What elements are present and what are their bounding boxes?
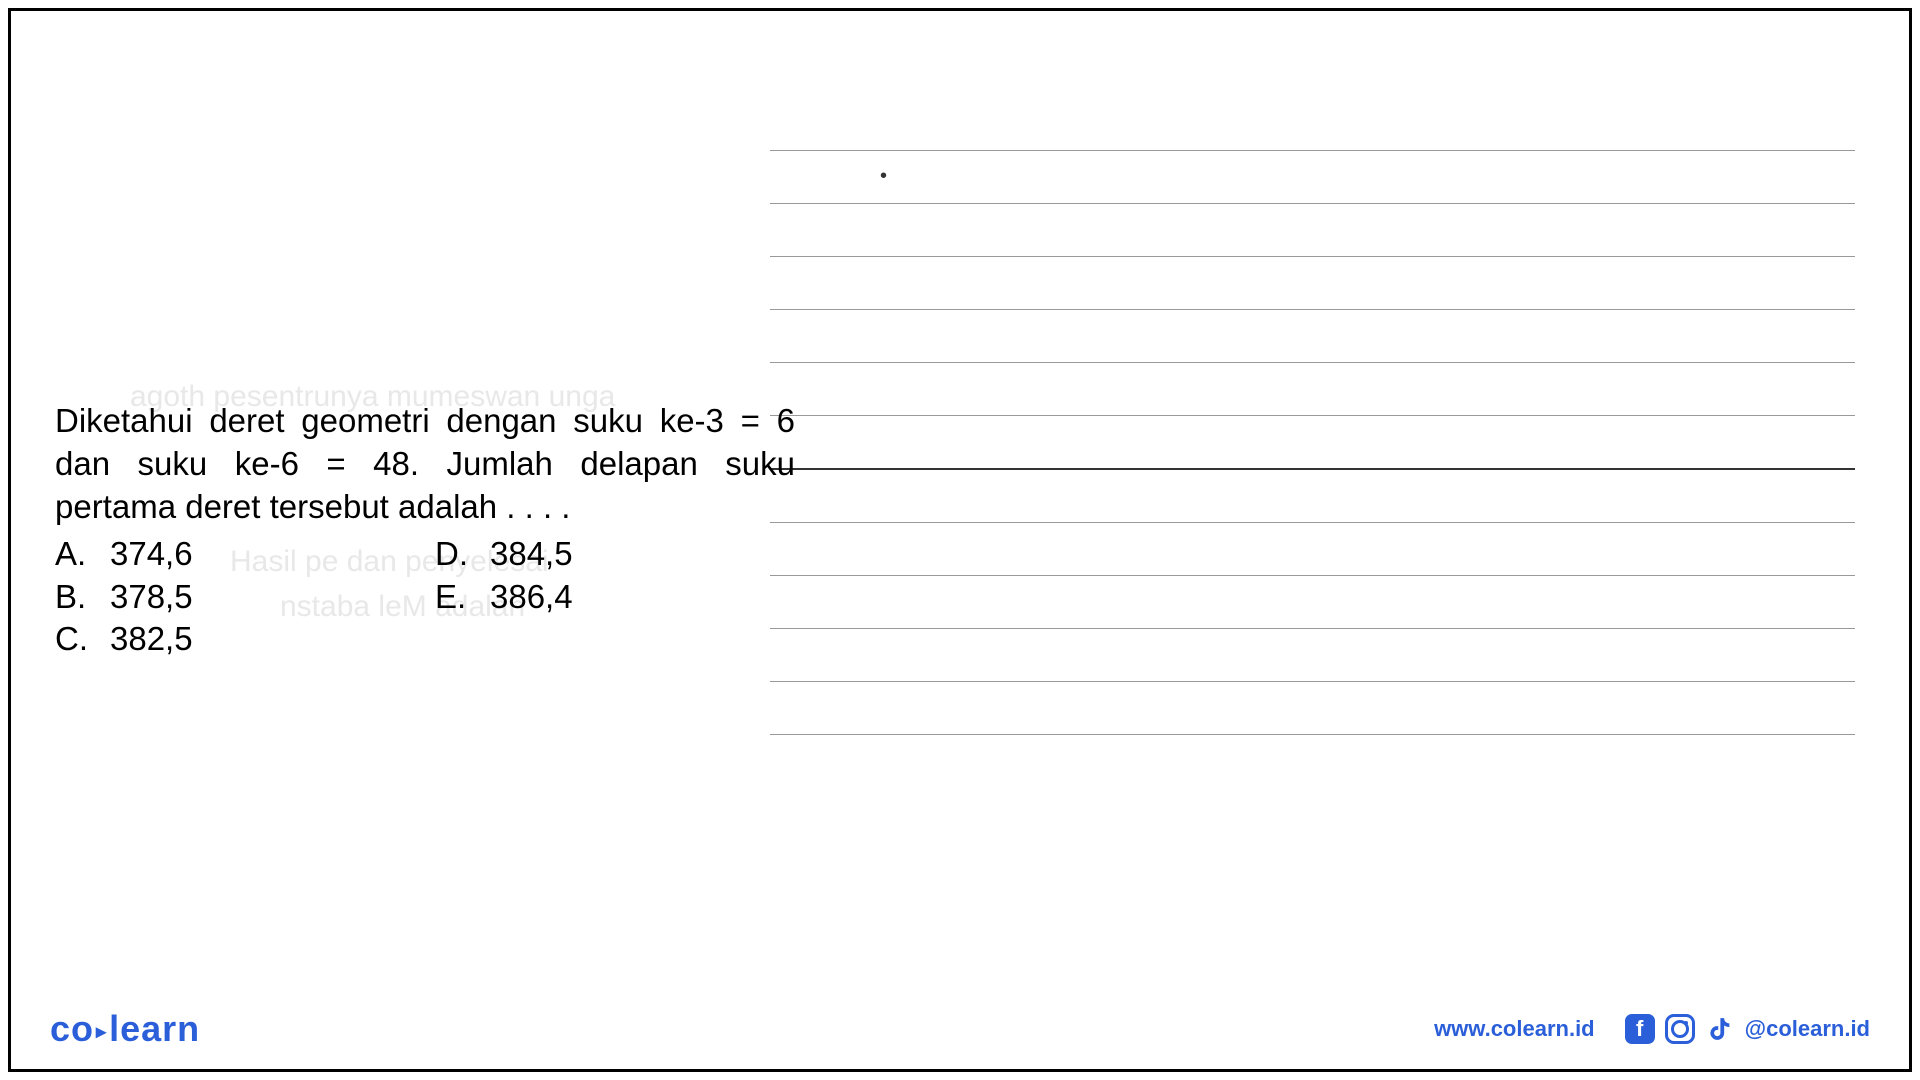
option-value-a: 374,6: [110, 533, 435, 576]
writing-line: [770, 734, 1855, 735]
option-letter-d: D.: [435, 533, 490, 576]
option-letter-c: C.: [55, 618, 110, 661]
writing-line: [770, 256, 1855, 257]
facebook-icon[interactable]: f: [1625, 1014, 1655, 1044]
option-row-2: B. 378,5 E. 386,4: [55, 576, 795, 619]
option-e[interactable]: E. 386,4: [435, 576, 815, 619]
content-area: • agoth pesentrunya mumeswan unga Hasil …: [30, 30, 1890, 980]
website-url[interactable]: www.colearn.id: [1434, 1016, 1595, 1042]
option-value-b: 378,5: [110, 576, 435, 619]
tiktok-icon[interactable]: [1705, 1014, 1735, 1044]
option-letter-e: E.: [435, 576, 490, 619]
writing-line: [770, 522, 1855, 523]
question-block: Diketahui deret geometri dengan suku ke-…: [55, 400, 795, 661]
writing-line: [770, 362, 1855, 363]
option-value-d: 384,5: [490, 533, 815, 576]
social-icons: f @colearn.id: [1625, 1014, 1870, 1044]
instagram-icon[interactable]: [1665, 1014, 1695, 1044]
option-row-1: A. 374,6 D. 384,5: [55, 533, 795, 576]
writing-line: [770, 681, 1855, 682]
question-text: Diketahui deret geometri dengan suku ke-…: [55, 400, 795, 529]
writing-lines-area: [770, 150, 1855, 787]
writing-line: [770, 203, 1855, 204]
option-value-c: 382,5: [110, 618, 435, 661]
social-handle[interactable]: @colearn.id: [1745, 1016, 1870, 1042]
option-b[interactable]: B. 378,5: [55, 576, 435, 619]
option-d[interactable]: D. 384,5: [435, 533, 815, 576]
option-value-e: 386,4: [490, 576, 815, 619]
logo-learn: learn: [109, 1008, 200, 1049]
colearn-logo: co▸learn: [50, 1008, 200, 1050]
option-row-3: C. 382,5: [55, 618, 795, 661]
writing-line: [770, 628, 1855, 629]
writing-line: [770, 309, 1855, 310]
option-c[interactable]: C. 382,5: [55, 618, 435, 661]
footer: co▸learn www.colearn.id f @colearn.id: [50, 1008, 1870, 1050]
footer-right: www.colearn.id f @colearn.id: [1434, 1014, 1870, 1044]
logo-co: co: [50, 1008, 94, 1049]
option-a[interactable]: A. 374,6: [55, 533, 435, 576]
logo-arrow-icon: ▸: [96, 1021, 107, 1043]
option-letter-a: A.: [55, 533, 110, 576]
option-letter-b: B.: [55, 576, 110, 619]
writing-line: [770, 575, 1855, 576]
writing-line: [770, 415, 1855, 416]
writing-line: [770, 150, 1855, 151]
writing-line-bold: [770, 468, 1855, 470]
